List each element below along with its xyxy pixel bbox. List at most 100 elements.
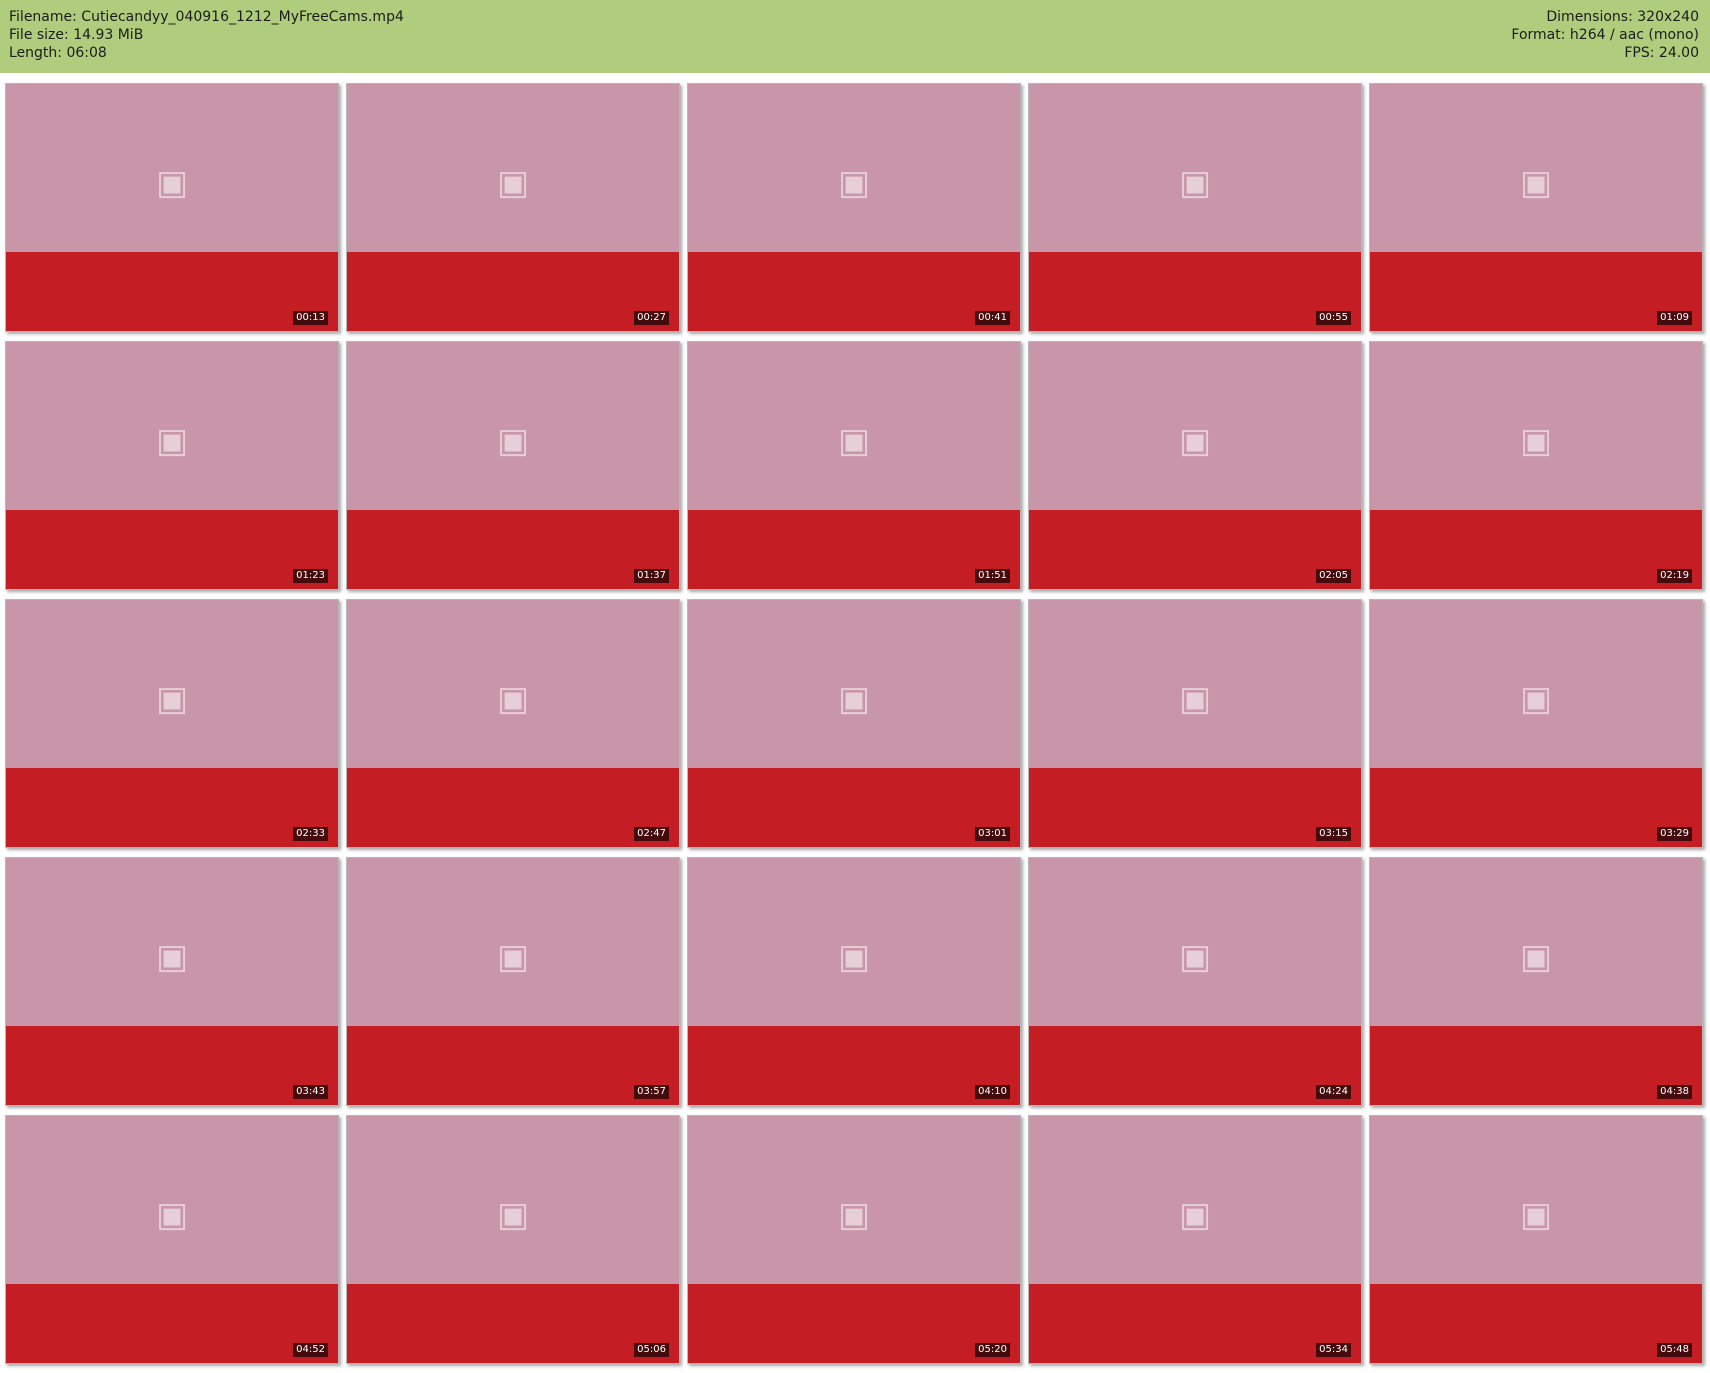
timestamp-label: 02:05 — [1316, 569, 1351, 583]
timestamp-label: 01:37 — [634, 569, 669, 583]
thumbnail-backdrop — [1370, 1025, 1702, 1105]
image-placeholder-icon: ▣ — [1178, 936, 1212, 977]
image-placeholder-icon: ▣ — [1519, 678, 1553, 719]
video-thumbnail[interactable]: ▣ 00:41 — [687, 83, 1021, 332]
video-thumbnail[interactable]: ▣ 03:43 — [5, 857, 339, 1106]
thumbnail-backdrop — [6, 1283, 338, 1363]
image-placeholder-icon: ▣ — [837, 162, 871, 203]
metadata-left: Filename: Cutiecandyy_040916_1212_MyFree… — [9, 8, 404, 62]
video-thumbnail[interactable]: ▣ 03:15 — [1028, 599, 1362, 848]
thumbnail-backdrop — [1029, 1025, 1361, 1105]
thumbnail-backdrop — [688, 251, 1020, 331]
video-thumbnail[interactable]: ▣ 04:38 — [1369, 857, 1703, 1106]
thumbnail-backdrop — [688, 509, 1020, 589]
thumbnail-backdrop — [1029, 1283, 1361, 1363]
dimensions-text: Dimensions: 320x240 — [1546, 9, 1699, 25]
timestamp-label: 01:51 — [975, 569, 1010, 583]
image-placeholder-icon: ▣ — [496, 678, 530, 719]
thumbnail-backdrop — [347, 509, 679, 589]
timestamp-label: 04:52 — [293, 1343, 328, 1357]
image-placeholder-icon: ▣ — [1178, 678, 1212, 719]
image-placeholder-icon: ▣ — [1178, 1194, 1212, 1235]
length-text: Length: 06:08 — [9, 45, 107, 61]
thumbnail-backdrop — [688, 1283, 1020, 1363]
video-thumbnail[interactable]: ▣ 01:23 — [5, 341, 339, 590]
video-thumbnail[interactable]: ▣ 01:37 — [346, 341, 680, 590]
video-thumbnail[interactable]: ▣ 03:57 — [346, 857, 680, 1106]
timestamp-label: 04:38 — [1657, 1085, 1692, 1099]
image-placeholder-icon: ▣ — [1178, 420, 1212, 461]
thumbnail-backdrop — [1370, 251, 1702, 331]
timestamp-label: 02:19 — [1657, 569, 1692, 583]
video-thumbnail[interactable]: ▣ 02:33 — [5, 599, 339, 848]
video-thumbnail[interactable]: ▣ 05:48 — [1369, 1115, 1703, 1364]
video-thumbnail[interactable]: ▣ 04:52 — [5, 1115, 339, 1364]
video-thumbnail[interactable]: ▣ 00:27 — [346, 83, 680, 332]
timestamp-label: 05:34 — [1316, 1343, 1351, 1357]
thumbnail-backdrop — [347, 251, 679, 331]
thumbnail-backdrop — [1370, 509, 1702, 589]
metadata-right: Dimensions: 320x240 Format: h264 / aac (… — [1511, 8, 1699, 62]
metadata-header: Filename: Cutiecandyy_040916_1212_MyFree… — [0, 0, 1710, 73]
video-thumbnail[interactable]: ▣ 04:10 — [687, 857, 1021, 1106]
timestamp-label: 03:29 — [1657, 827, 1692, 841]
image-placeholder-icon: ▣ — [837, 678, 871, 719]
image-placeholder-icon: ▣ — [155, 420, 189, 461]
video-thumbnail[interactable]: ▣ 01:09 — [1369, 83, 1703, 332]
timestamp-label: 00:13 — [293, 311, 328, 325]
video-thumbnail[interactable]: ▣ 02:19 — [1369, 341, 1703, 590]
video-thumbnail[interactable]: ▣ 05:06 — [346, 1115, 680, 1364]
thumbnail-backdrop — [688, 1025, 1020, 1105]
filename-text: Filename: Cutiecandyy_040916_1212_MyFree… — [9, 9, 404, 25]
timestamp-label: 03:15 — [1316, 827, 1351, 841]
image-placeholder-icon: ▣ — [837, 936, 871, 977]
thumbnail-backdrop — [1029, 509, 1361, 589]
fps-text: FPS: 24.00 — [1624, 45, 1699, 61]
thumbnail-backdrop — [1370, 767, 1702, 847]
thumbnail-backdrop — [6, 1025, 338, 1105]
timestamp-label: 03:57 — [634, 1085, 669, 1099]
image-placeholder-icon: ▣ — [496, 936, 530, 977]
timestamp-label: 01:09 — [1657, 311, 1692, 325]
timestamp-label: 03:01 — [975, 827, 1010, 841]
image-placeholder-icon: ▣ — [1178, 162, 1212, 203]
video-thumbnail[interactable]: ▣ 03:01 — [687, 599, 1021, 848]
thumbnail-backdrop — [1029, 767, 1361, 847]
image-placeholder-icon: ▣ — [496, 1194, 530, 1235]
thumbnail-backdrop — [1029, 251, 1361, 331]
timestamp-label: 05:20 — [975, 1343, 1010, 1357]
video-thumbnail[interactable]: ▣ 02:05 — [1028, 341, 1362, 590]
video-thumbnail[interactable]: ▣ 02:47 — [346, 599, 680, 848]
image-placeholder-icon: ▣ — [1519, 936, 1553, 977]
thumbnail-backdrop — [347, 767, 679, 847]
image-placeholder-icon: ▣ — [496, 162, 530, 203]
image-placeholder-icon: ▣ — [155, 678, 189, 719]
thumbnail-grid: ▣ 00:13 ▣ 00:27 ▣ 00:41 ▣ 00:55 ▣ 01:09 ▣ 01:23 ▣ 01:… — [5, 83, 1703, 1364]
thumbnail-backdrop — [1370, 1283, 1702, 1363]
image-placeholder-icon: ▣ — [837, 420, 871, 461]
timestamp-label: 04:24 — [1316, 1085, 1351, 1099]
image-placeholder-icon: ▣ — [1519, 420, 1553, 461]
video-thumbnail[interactable]: ▣ 03:29 — [1369, 599, 1703, 848]
video-thumbnail[interactable]: ▣ 05:34 — [1028, 1115, 1362, 1364]
timestamp-label: 02:47 — [634, 827, 669, 841]
video-thumbnail[interactable]: ▣ 00:55 — [1028, 83, 1362, 332]
filesize-text: File size: 14.93 MiB — [9, 27, 144, 43]
video-thumbnail[interactable]: ▣ 05:20 — [687, 1115, 1021, 1364]
image-placeholder-icon: ▣ — [155, 1194, 189, 1235]
video-thumbnail[interactable]: ▣ 01:51 — [687, 341, 1021, 590]
video-thumbnail[interactable]: ▣ 00:13 — [5, 83, 339, 332]
timestamp-label: 01:23 — [293, 569, 328, 583]
image-placeholder-icon: ▣ — [496, 420, 530, 461]
image-placeholder-icon: ▣ — [1519, 1194, 1553, 1235]
timestamp-label: 02:33 — [293, 827, 328, 841]
timestamp-label: 05:48 — [1657, 1343, 1692, 1357]
image-placeholder-icon: ▣ — [155, 162, 189, 203]
video-thumbnail[interactable]: ▣ 04:24 — [1028, 857, 1362, 1106]
format-text: Format: h264 / aac (mono) — [1511, 27, 1699, 43]
timestamp-label: 00:41 — [975, 311, 1010, 325]
thumbnail-backdrop — [688, 767, 1020, 847]
thumbnail-backdrop — [6, 251, 338, 331]
timestamp-label: 00:55 — [1316, 311, 1351, 325]
thumbnail-backdrop — [6, 509, 338, 589]
